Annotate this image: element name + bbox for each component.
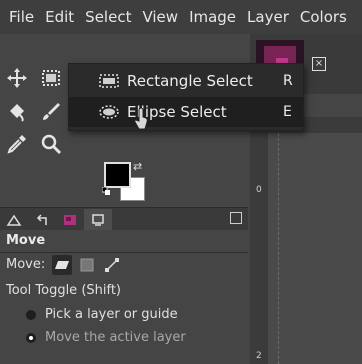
color-picker-tool-icon[interactable] — [3, 130, 31, 158]
menu-edit[interactable]: Edit — [37, 8, 77, 26]
move-layer-mode-button[interactable] — [52, 255, 72, 275]
canvas[interactable] — [268, 133, 362, 364]
dock-tab-bar — [0, 207, 248, 231]
radio-unchecked[interactable] — [26, 309, 36, 320]
close-icon[interactable]: × — [312, 57, 326, 71]
dock-menu-button[interactable] — [230, 212, 242, 224]
menu-image[interactable]: Image — [181, 8, 239, 26]
swap-colors-icon[interactable]: ⇄ — [133, 160, 142, 173]
tool-options-panel: Move Move: Tool Toggle (Shift) Pick a la… — [0, 230, 248, 364]
tool-options-tab-icon[interactable] — [0, 209, 28, 231]
move-active-layer-option[interactable]: Move the active layer — [26, 330, 186, 345]
tool-toggle-label: Tool Toggle (Shift) — [6, 283, 122, 298]
menu-select[interactable]: Select — [77, 8, 134, 26]
menu-item-rectangle-select[interactable]: Rectangle Select R — [69, 66, 303, 96]
ruler-label: 2 — [256, 351, 262, 361]
ellipse-select-icon — [99, 105, 119, 119]
images-tab-icon[interactable] — [56, 209, 84, 231]
move-selection-mode-button[interactable] — [77, 255, 97, 275]
device-status-tab-icon[interactable] — [84, 208, 112, 231]
menu-file[interactable]: File — [0, 8, 37, 26]
ellipse-select-shortcut: E — [283, 104, 292, 120]
move-active-layer-label: Move the active layer — [45, 330, 186, 345]
menu-layer[interactable]: Layer — [239, 8, 292, 26]
foreground-color-swatch[interactable] — [104, 162, 131, 188]
pick-layer-label: Pick a layer or guide — [45, 307, 178, 322]
rectangle-select-label: Rectangle Select — [127, 72, 253, 90]
menu-colors[interactable]: Colors — [292, 8, 350, 26]
vertical-ruler: 0 2 — [250, 133, 269, 364]
move-tool-icon[interactable] — [3, 64, 31, 92]
zoom-tool-icon[interactable] — [37, 130, 65, 158]
rectangle-select-icon — [99, 74, 119, 88]
paintbrush-tool-icon[interactable] — [37, 98, 65, 126]
fg-bg-color-selector: ⇄ — [102, 160, 146, 202]
move-path-mode-button[interactable] — [102, 255, 122, 275]
rectangle-select-shortcut: R — [283, 73, 293, 89]
menubar: File Edit Select View Image Layer Colors — [0, 0, 362, 34]
mouse-cursor-icon — [134, 108, 148, 130]
tool-options-title: Move — [6, 233, 46, 248]
ruler-label: 0 — [256, 185, 262, 195]
bucket-fill-tool-icon[interactable] — [3, 98, 31, 126]
rectangle-select-tool-icon[interactable] — [37, 64, 65, 92]
canvas-guide — [278, 133, 279, 364]
menu-view[interactable]: View — [134, 8, 181, 26]
radio-checked[interactable] — [26, 332, 36, 343]
move-mode-label: Move: — [6, 257, 46, 272]
tool-group-menu: Rectangle Select R Ellipse Select E — [68, 63, 304, 131]
reset-colors-icon[interactable] — [102, 187, 110, 195]
pick-layer-option[interactable]: Pick a layer or guide — [26, 307, 178, 322]
menu-item-ellipse-select[interactable]: Ellipse Select E — [69, 97, 303, 127]
divider — [0, 252, 248, 253]
undo-history-tab-icon[interactable] — [28, 209, 56, 231]
